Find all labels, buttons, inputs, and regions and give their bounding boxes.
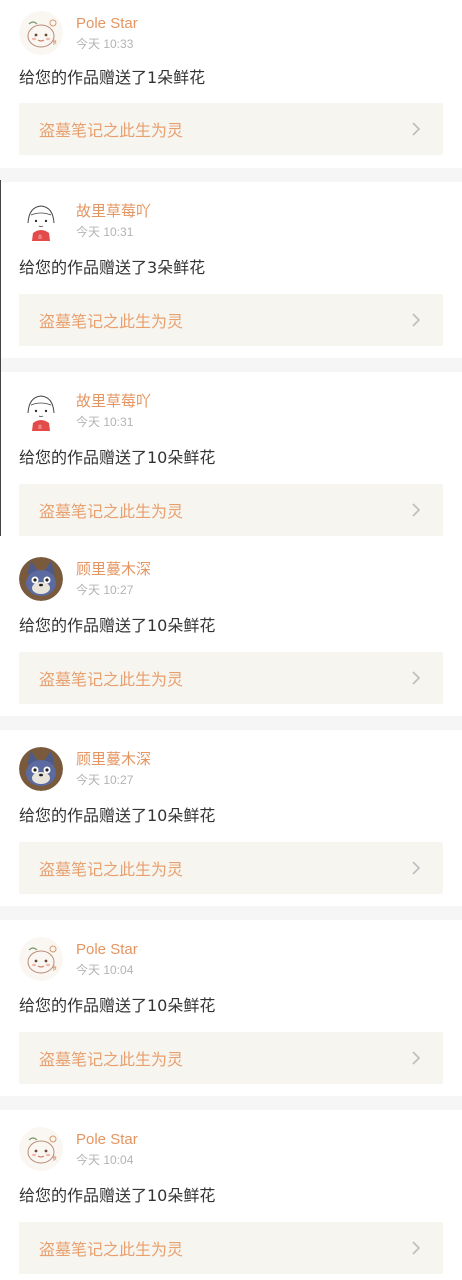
- work-link[interactable]: 盗墓笔记之此生为灵: [19, 652, 443, 704]
- work-link[interactable]: 盗墓笔记之此生为灵: [19, 484, 443, 536]
- chevron-right-icon: [412, 122, 421, 136]
- chevron-right-icon: [412, 1051, 421, 1065]
- notification-message: 给您的作品赠送了10朵鲜花: [19, 996, 216, 1015]
- girl-sketch-avatar-icon[interactable]: 吉: [19, 199, 63, 243]
- left-edge-line: [0, 180, 1, 536]
- separator: [0, 716, 462, 730]
- user-name[interactable]: 顾里蔓木深: [76, 561, 151, 579]
- timestamp: 今天 10:27: [76, 582, 134, 597]
- separator: [0, 358, 462, 372]
- timestamp: 今天 10:31: [76, 224, 134, 239]
- timestamp: 今天 10:31: [76, 414, 134, 429]
- notification-card: 吉 故里草莓吖 今天 10:31 给您的作品赠送了10朵鲜花 盗墓笔记之此生为灵: [0, 372, 462, 540]
- notification-message: 给您的作品赠送了1朵鲜花: [19, 68, 206, 87]
- separator: [0, 168, 462, 182]
- chevron-right-icon: [412, 1241, 421, 1255]
- user-meta: 顾里蔓木深 今天 10:27: [76, 561, 151, 598]
- user-name[interactable]: 顾里蔓木深: [76, 751, 151, 769]
- girl-sketch-avatar-icon[interactable]: 吉: [19, 389, 63, 433]
- timestamp: 今天 10:04: [76, 1152, 134, 1167]
- doodle-avatar-icon[interactable]: 食: [19, 11, 63, 55]
- work-link[interactable]: 盗墓笔记之此生为灵: [19, 842, 443, 894]
- chevron-right-icon: [412, 313, 421, 327]
- notification-card: 顾里蔓木深 今天 10:27 给您的作品赠送了10朵鲜花 盗墓笔记之此生为灵: [0, 540, 462, 716]
- svg-text:吉: 吉: [38, 424, 42, 429]
- notification-header: 食 Pole Star 今天 10:33: [19, 10, 138, 56]
- notification-card: 顾里蔓木深 今天 10:27 给您的作品赠送了10朵鲜花 盗墓笔记之此生为灵: [0, 730, 462, 906]
- user-name[interactable]: Pole Star: [76, 941, 138, 959]
- chevron-right-icon: [412, 861, 421, 875]
- separator: [0, 906, 462, 920]
- work-link[interactable]: 盗墓笔记之此生为灵: [19, 103, 443, 155]
- user-name[interactable]: Pole Star: [76, 15, 138, 33]
- cartoon-cat-avatar-icon[interactable]: [19, 557, 63, 601]
- user-name[interactable]: 故里草莓吖: [76, 393, 151, 411]
- chevron-right-icon: [412, 503, 421, 517]
- notification-card: 食 Pole Star 今天 10:33 给您的作品赠送了1朵鲜花 盗墓笔记之此…: [0, 0, 462, 168]
- notification-header: 吉 故里草莓吖 今天 10:31: [19, 198, 151, 244]
- notification-message: 给您的作品赠送了10朵鲜花: [19, 616, 216, 635]
- timestamp: 今天 10:27: [76, 772, 134, 787]
- work-title: 盗墓笔记之此生为灵: [39, 502, 184, 521]
- svg-text:食: 食: [52, 1155, 57, 1162]
- svg-text:食: 食: [52, 965, 57, 972]
- notification-message: 给您的作品赠送了10朵鲜花: [19, 1186, 216, 1205]
- work-title: 盗墓笔记之此生为灵: [39, 312, 184, 331]
- user-meta: Pole Star 今天 10:33: [76, 15, 138, 52]
- notification-card: 食 Pole Star 今天 10:04 给您的作品赠送了10朵鲜花 盗墓笔记之…: [0, 920, 462, 1096]
- notification-header: 食 Pole Star 今天 10:04: [19, 936, 138, 982]
- separator: [0, 1096, 462, 1110]
- notification-card: 食 Pole Star 今天 10:04 给您的作品赠送了10朵鲜花 盗墓笔记之…: [0, 1110, 462, 1280]
- user-meta: 故里草莓吖 今天 10:31: [76, 393, 151, 430]
- user-meta: 顾里蔓木深 今天 10:27: [76, 751, 151, 788]
- user-meta: Pole Star 今天 10:04: [76, 941, 138, 978]
- notification-message: 给您的作品赠送了10朵鲜花: [19, 448, 216, 467]
- notification-header: 顾里蔓木深 今天 10:27: [19, 746, 151, 792]
- notification-feed: 食 Pole Star 今天 10:33 给您的作品赠送了1朵鲜花 盗墓笔记之此…: [0, 0, 462, 1280]
- notification-header: 吉 故里草莓吖 今天 10:31: [19, 388, 151, 434]
- cartoon-cat-avatar-icon[interactable]: [19, 747, 63, 791]
- work-title: 盗墓笔记之此生为灵: [39, 670, 184, 689]
- notification-message: 给您的作品赠送了3朵鲜花: [19, 258, 206, 277]
- user-meta: 故里草莓吖 今天 10:31: [76, 203, 151, 240]
- user-name[interactable]: 故里草莓吖: [76, 203, 151, 221]
- work-link[interactable]: 盗墓笔记之此生为灵: [19, 1032, 443, 1084]
- doodle-avatar-icon[interactable]: 食: [19, 1127, 63, 1171]
- svg-text:吉: 吉: [38, 234, 42, 239]
- user-name[interactable]: Pole Star: [76, 1131, 138, 1149]
- work-title: 盗墓笔记之此生为灵: [39, 860, 184, 879]
- work-title: 盗墓笔记之此生为灵: [39, 1240, 184, 1259]
- chevron-right-icon: [412, 671, 421, 685]
- notification-header: 顾里蔓木深 今天 10:27: [19, 556, 151, 602]
- work-title: 盗墓笔记之此生为灵: [39, 1050, 184, 1069]
- work-title: 盗墓笔记之此生为灵: [39, 121, 184, 140]
- work-link[interactable]: 盗墓笔记之此生为灵: [19, 294, 443, 346]
- work-link[interactable]: 盗墓笔记之此生为灵: [19, 1222, 443, 1274]
- user-meta: Pole Star 今天 10:04: [76, 1131, 138, 1168]
- timestamp: 今天 10:33: [76, 36, 134, 51]
- notification-message: 给您的作品赠送了10朵鲜花: [19, 806, 216, 825]
- doodle-avatar-icon[interactable]: 食: [19, 937, 63, 981]
- notification-card: 吉 故里草莓吖 今天 10:31 给您的作品赠送了3朵鲜花 盗墓笔记之此生为灵: [0, 182, 462, 358]
- svg-text:食: 食: [52, 39, 57, 46]
- timestamp: 今天 10:04: [76, 962, 134, 977]
- notification-header: 食 Pole Star 今天 10:04: [19, 1126, 138, 1172]
